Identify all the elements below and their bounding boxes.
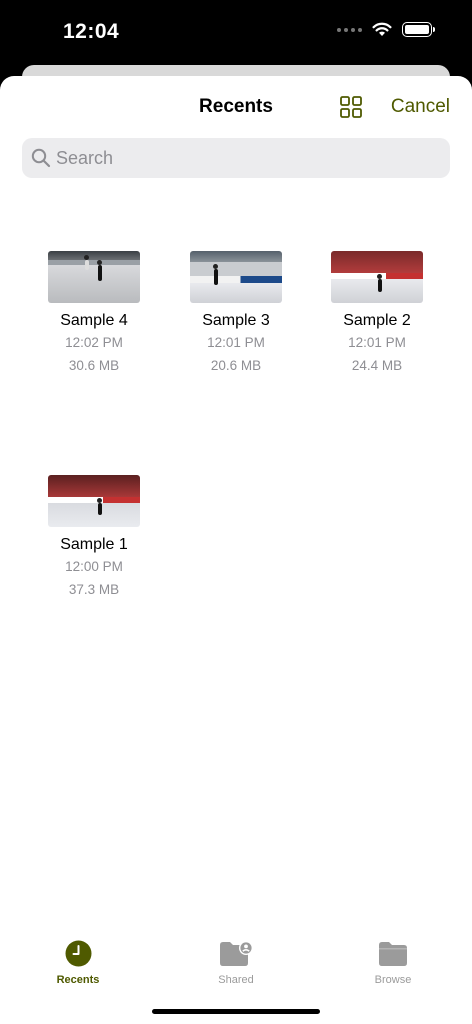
tab-shared[interactable]: Shared: [186, 940, 286, 986]
file-size: 30.6 MB: [68, 358, 120, 373]
file-time: 12:01 PM: [348, 335, 406, 350]
document-picker-sheet: Recents Cancel Sample 4 12:02 PM 30.6 MB: [0, 76, 472, 1024]
file-time: 12:01 PM: [207, 335, 265, 350]
file-size: 37.3 MB: [68, 582, 120, 597]
file-item[interactable]: Sample 1 12:00 PM 37.3 MB: [29, 475, 159, 600]
status-icons: [337, 22, 435, 37]
search-bar[interactable]: [22, 138, 450, 178]
file-name: Sample 2: [343, 312, 411, 329]
grid-icon[interactable]: [340, 96, 362, 118]
shared-folder-icon: [220, 941, 253, 966]
file-item[interactable]: Sample 2 12:01 PM 24.4 MB: [312, 251, 442, 376]
video-thumbnail: [331, 251, 423, 303]
folder-icon: [379, 942, 407, 966]
status-bar: 12:04: [0, 0, 472, 64]
status-time: 12:04: [63, 20, 120, 43]
tab-label: Browse: [374, 974, 412, 986]
cancel-button[interactable]: Cancel: [391, 96, 450, 118]
video-thumbnail: [190, 251, 282, 303]
file-item[interactable]: Sample 3 12:01 PM 20.6 MB: [171, 251, 301, 376]
file-item[interactable]: Sample 4 12:02 PM 30.6 MB: [29, 251, 159, 376]
clock-icon: [65, 940, 91, 967]
tab-recents[interactable]: Recents: [28, 940, 128, 986]
file-size: 20.6 MB: [210, 358, 262, 373]
search-icon: [31, 148, 51, 168]
file-name: Sample 4: [60, 312, 128, 329]
file-time: 12:02 PM: [65, 335, 123, 350]
file-name: Sample 1: [60, 536, 128, 553]
search-input[interactable]: [56, 138, 436, 178]
signal-icon: [337, 27, 362, 32]
video-thumbnail: [48, 251, 140, 303]
file-name: Sample 3: [202, 312, 270, 329]
tab-browse[interactable]: Browse: [343, 940, 443, 986]
home-indicator: [152, 1009, 320, 1014]
video-thumbnail: [48, 475, 140, 527]
file-time: 12:00 PM: [65, 559, 123, 574]
file-size: 24.4 MB: [351, 358, 403, 373]
tab-label: Recents: [56, 974, 100, 986]
battery-icon: [402, 22, 435, 37]
wifi-icon: [372, 22, 392, 36]
tab-label: Shared: [218, 974, 254, 986]
